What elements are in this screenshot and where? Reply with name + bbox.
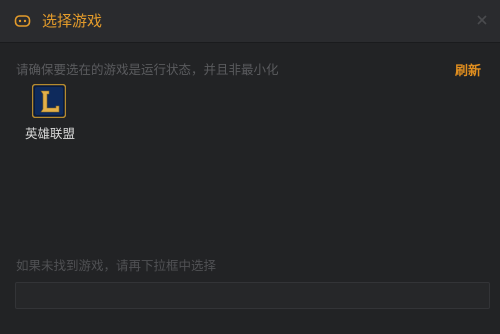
gamepad-icon xyxy=(14,15,31,27)
select-game-dialog: 选择游戏 请确保要选在的游戏是运行状态，并且非最小化 刷新 英雄联盟 如果未找到… xyxy=(0,0,500,334)
game-item-label: 英雄联盟 xyxy=(24,126,75,141)
game-select-dropdown[interactable] xyxy=(15,282,490,309)
not-found-hint: 如果未找到游戏，请再下拉框中选择 xyxy=(16,258,217,273)
instruction-text: 请确保要选在的游戏是运行状态，并且非最小化 xyxy=(16,62,279,77)
title-bar: 选择游戏 xyxy=(0,0,500,43)
game-item-league-of-legends[interactable]: 英雄联盟 xyxy=(20,82,82,146)
league-of-legends-icon xyxy=(32,84,66,118)
refresh-button[interactable]: 刷新 xyxy=(455,63,481,80)
dialog-title: 选择游戏 xyxy=(42,12,103,30)
close-icon[interactable] xyxy=(474,12,490,28)
